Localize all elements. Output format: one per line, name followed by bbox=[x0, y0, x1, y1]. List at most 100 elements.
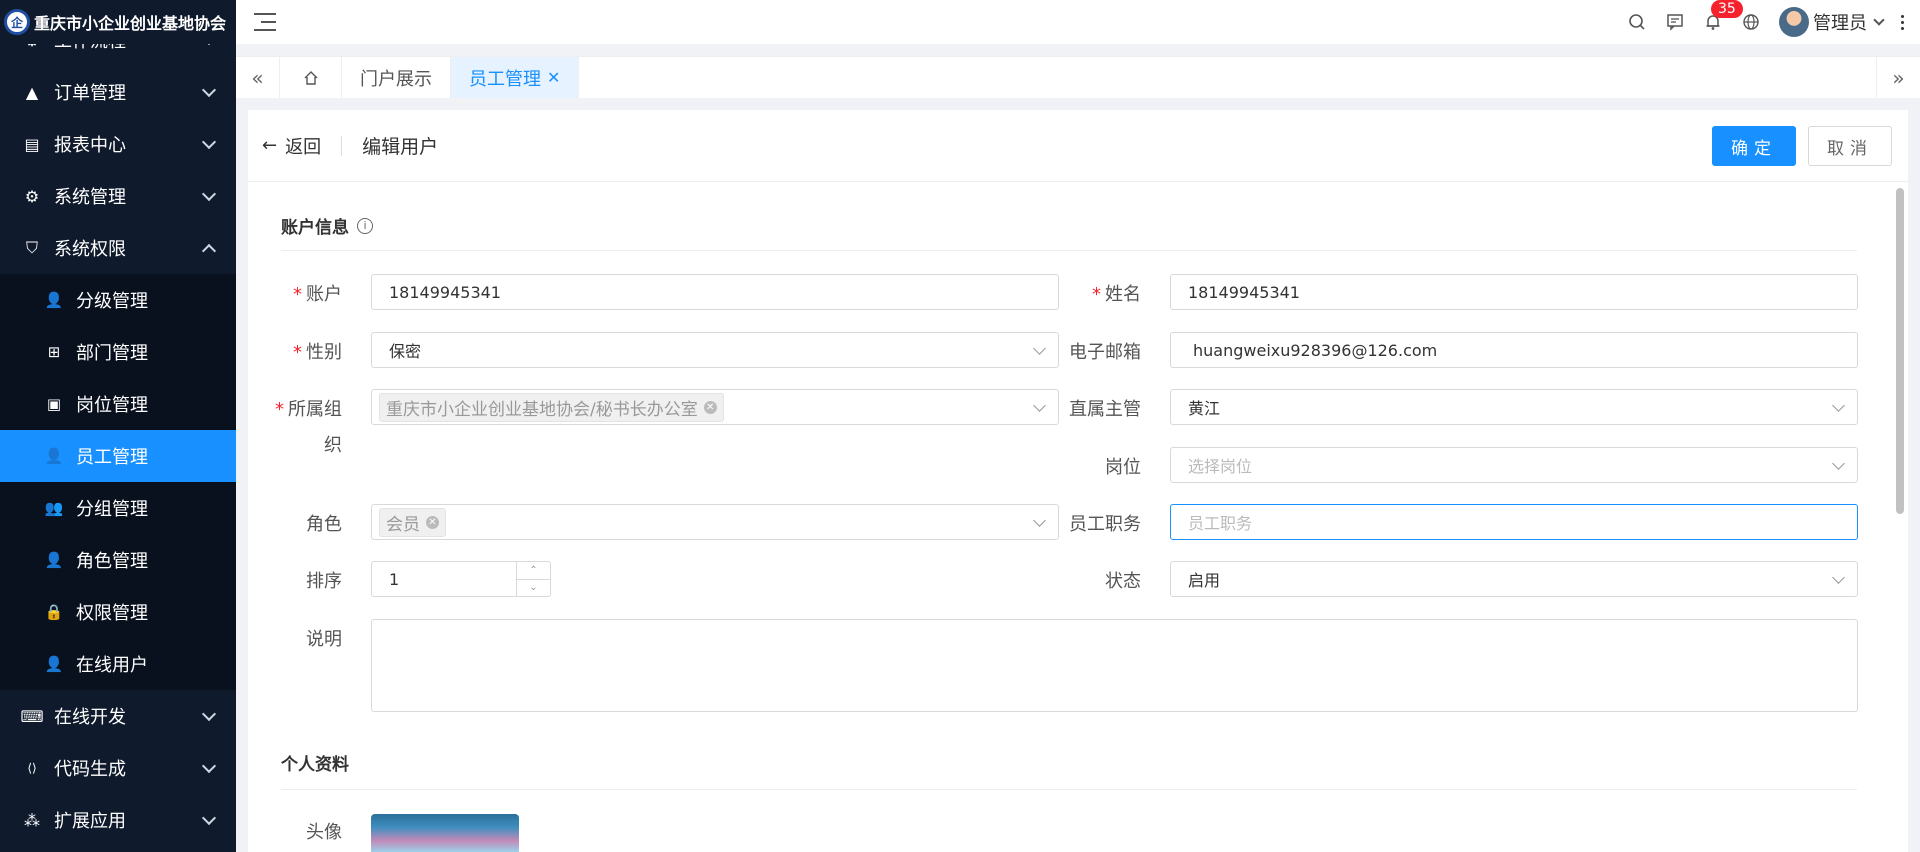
app-logo[interactable]: 企 重庆市小企业创业基地协会 bbox=[0, 0, 236, 44]
tabs-bar: « 门户展示 员工管理 ✕ » bbox=[236, 56, 1920, 98]
chevron-down-icon bbox=[1832, 571, 1845, 584]
sidebar-item-label: 系统管理 bbox=[54, 187, 126, 208]
sidebar-item-department[interactable]: ⊞ 部门管理 bbox=[0, 326, 236, 378]
role-select[interactable]: 会员 ✕ bbox=[371, 504, 1059, 540]
name-input[interactable]: 18149945341 bbox=[1170, 274, 1858, 310]
chevron-down-icon bbox=[1873, 14, 1885, 26]
chevron-down-icon bbox=[1832, 457, 1845, 470]
manager-label: 直属主管 bbox=[1069, 399, 1141, 420]
arrow-left-icon: ← bbox=[262, 135, 278, 156]
message-icon[interactable] bbox=[1665, 12, 1685, 32]
post-select[interactable]: 选择岗位 bbox=[1170, 447, 1858, 483]
chevron-down-icon bbox=[201, 134, 217, 150]
shield-icon: ⛉ bbox=[25, 238, 38, 257]
cancel-button[interactable]: 取消 bbox=[1808, 126, 1892, 166]
home-icon bbox=[304, 70, 317, 85]
section-divider bbox=[281, 789, 1857, 790]
role-icon: 👤 bbox=[44, 551, 64, 569]
sidebar-item-reports[interactable]: ▤ 报表中心 bbox=[0, 118, 236, 170]
sidebar-item-codegen[interactable]: ⟨⟩ 代码生成 bbox=[0, 742, 236, 794]
chevron-up-icon[interactable]: ⌃ bbox=[517, 562, 550, 580]
gender-select[interactable]: 保密 bbox=[371, 332, 1059, 368]
chevron-up-icon bbox=[201, 243, 217, 259]
scrollbar[interactable] bbox=[1896, 188, 1904, 514]
user-icon: 👤 bbox=[44, 447, 64, 465]
sidebar-item-online-users[interactable]: 👤 在线用户 bbox=[0, 638, 236, 690]
org-select[interactable]: 重庆市小企业创业基地协会/秘书长办公室 ✕ bbox=[371, 389, 1059, 425]
sidebar-item-label: 报表中心 bbox=[54, 135, 126, 156]
chevron-down-icon bbox=[201, 706, 217, 722]
account-label: * 账户 bbox=[293, 284, 342, 305]
sidebar: 企 重庆市小企业创业基地协会 ⚙ 工作流程 ▲ 订单管理 ▤ 报表中心 ⚙ 系统… bbox=[0, 0, 236, 852]
desc-textarea[interactable] bbox=[371, 619, 1858, 712]
online-user-icon: 👤 bbox=[44, 655, 64, 673]
duty-label: 员工职务 bbox=[1069, 514, 1141, 535]
back-button[interactable]: ← 返回 bbox=[262, 133, 321, 159]
card-header: ← 返回 编辑用户 确定 取消 bbox=[248, 110, 1908, 182]
status-label: 状态 bbox=[1105, 571, 1141, 592]
sidebar-item-workflow-partial[interactable]: ⚙ 工作流程 bbox=[0, 44, 236, 66]
code-icon: ⟨⟩ bbox=[27, 761, 37, 775]
section-title-account: 账户信息 i bbox=[281, 213, 373, 238]
email-label: 电子邮箱 bbox=[1069, 342, 1141, 363]
search-icon[interactable] bbox=[1627, 12, 1647, 32]
sidebar-item-staff[interactable]: 👤 员工管理 bbox=[0, 430, 236, 482]
sidebar-item-authority[interactable]: 🔒 权限管理 bbox=[0, 586, 236, 638]
sidebar-item-online-dev[interactable]: ⌨ 在线开发 bbox=[0, 690, 236, 742]
tab-portal[interactable]: 门户展示 bbox=[342, 57, 451, 98]
sidebar-item-orders[interactable]: ▲ 订单管理 bbox=[0, 66, 236, 118]
sidebar-item-extensions[interactable]: ⁂ 扩展应用 bbox=[0, 794, 236, 846]
status-select[interactable]: 启用 bbox=[1170, 561, 1858, 597]
sidebar-item-group[interactable]: 👥 分组管理 bbox=[0, 482, 236, 534]
tag-close-icon[interactable]: ✕ bbox=[703, 400, 717, 414]
globe-icon[interactable] bbox=[1741, 12, 1761, 32]
stepper-controls: ⌃ ⌄ bbox=[516, 562, 550, 596]
close-icon[interactable]: ✕ bbox=[547, 68, 560, 87]
duty-input[interactable]: 员工职务 bbox=[1170, 504, 1858, 540]
sort-label: 排序 bbox=[306, 571, 342, 592]
post-label: 岗位 bbox=[1105, 457, 1141, 478]
header-divider bbox=[341, 135, 343, 156]
chevron-down-icon bbox=[201, 186, 217, 202]
permissions-submenu: 👤 分级管理 ⊞ 部门管理 ▣ 岗位管理 👤 员工管理 👥 分组管理 👤 角色管… bbox=[0, 274, 236, 690]
lock-icon: 🔒 bbox=[44, 603, 64, 621]
triangle-icon: ▲ bbox=[25, 82, 39, 102]
sidebar-item-system[interactable]: ⚙ 系统管理 bbox=[0, 170, 236, 222]
logo-icon: 企 bbox=[4, 9, 30, 35]
chevron-down-icon bbox=[201, 82, 217, 98]
tab-staff[interactable]: 员工管理 ✕ bbox=[451, 57, 580, 98]
role-tag: 会员 ✕ bbox=[379, 507, 446, 537]
topbar-actions: 35 管理员 bbox=[1627, 0, 1904, 44]
sidebar-item-post[interactable]: ▣ 岗位管理 bbox=[0, 378, 236, 430]
menu-fold-icon[interactable] bbox=[254, 13, 276, 31]
desc-label: 说明 bbox=[306, 629, 342, 650]
group-icon: 👥 bbox=[44, 499, 64, 517]
sidebar-item-level[interactable]: 👤 分级管理 bbox=[0, 274, 236, 326]
more-vertical-icon[interactable] bbox=[1901, 14, 1904, 30]
chevron-down-icon[interactable]: ⌄ bbox=[517, 580, 550, 597]
info-icon[interactable]: i bbox=[357, 217, 373, 234]
confirm-button[interactable]: 确定 bbox=[1712, 126, 1796, 166]
sidebar-item-permissions[interactable]: ⛉ 系统权限 bbox=[0, 222, 236, 274]
tag-close-icon[interactable]: ✕ bbox=[426, 515, 439, 529]
account-input[interactable]: 18149945341 bbox=[371, 274, 1059, 310]
email-input[interactable]: huangweixu928396@126.com bbox=[1170, 332, 1858, 368]
terminal-icon: ⌨ bbox=[20, 706, 44, 726]
bell-icon[interactable]: 35 bbox=[1703, 0, 1743, 32]
user-menu[interactable]: 管理员 bbox=[1779, 7, 1885, 37]
org-tag: 重庆市小企业创业基地协会/秘书长办公室 ✕ bbox=[379, 392, 724, 422]
chevron-down-icon bbox=[201, 758, 217, 774]
manager-select[interactable]: 黄江 bbox=[1170, 389, 1858, 425]
sidebar-item-role[interactable]: 👤 角色管理 bbox=[0, 534, 236, 586]
apps-icon: ⁂ bbox=[24, 810, 40, 830]
report-icon: ▤ bbox=[24, 134, 40, 154]
user-name: 管理员 bbox=[1813, 13, 1867, 34]
app-title: 重庆市小企业创业基地协会 bbox=[34, 14, 227, 33]
chevron-down-icon bbox=[201, 44, 217, 46]
gear-icon: ⚙ bbox=[24, 186, 40, 206]
tabs-scroll-right-icon[interactable]: » bbox=[1876, 57, 1920, 98]
tabs-scroll-left-icon[interactable]: « bbox=[236, 57, 280, 98]
avatar-upload[interactable] bbox=[371, 814, 519, 852]
sort-stepper[interactable]: 1 ⌃ ⌄ bbox=[371, 561, 551, 597]
tab-home[interactable] bbox=[280, 57, 342, 98]
